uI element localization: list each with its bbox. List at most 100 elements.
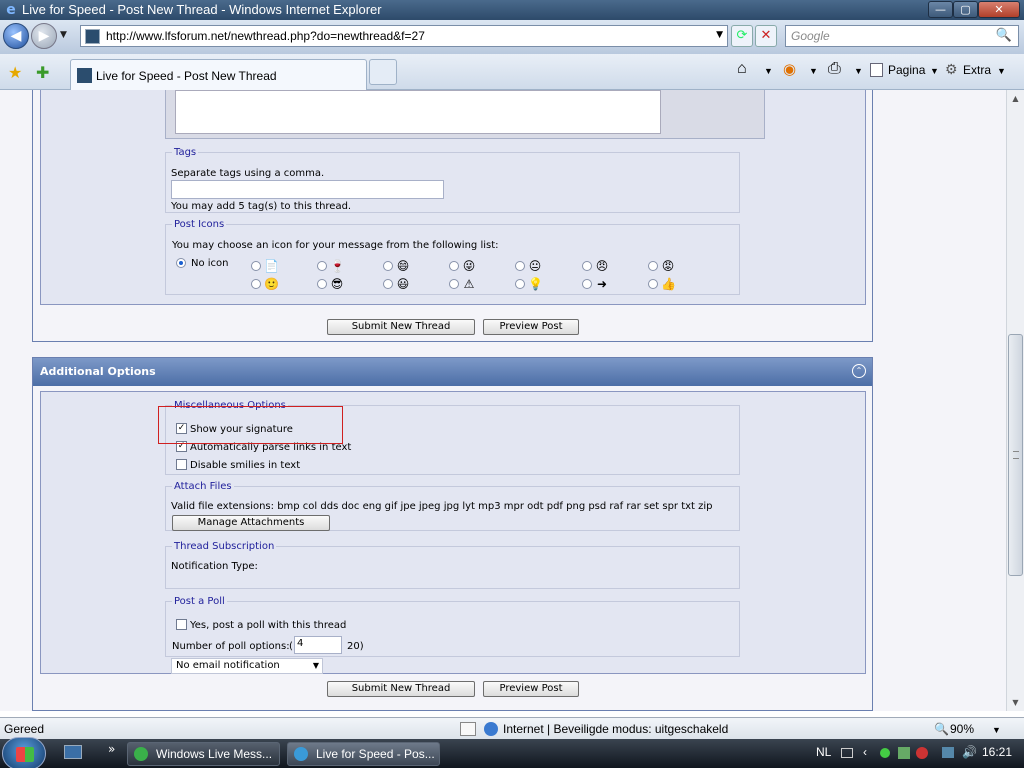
post-icon-2-3-icon: 😃 [396, 277, 410, 291]
message-textarea[interactable] [175, 90, 661, 134]
search-placeholder[interactable]: Google [791, 29, 830, 43]
show-desktop-icon[interactable] [64, 745, 82, 759]
start-button[interactable] [2, 737, 46, 768]
address-dropdown[interactable]: ▼ [716, 30, 723, 40]
search-icon[interactable]: 🔍 [996, 28, 1012, 43]
security-zone-text[interactable]: Internet | Beveiligde modus: uitgeschake… [503, 722, 728, 736]
zoom-level[interactable]: 90% [950, 722, 974, 736]
new-tab-button[interactable] [369, 59, 397, 85]
message-editor-area [165, 90, 765, 139]
post-icon-2-2-icon: 😎 [330, 277, 344, 291]
post-icon-radio[interactable] [449, 261, 459, 271]
feeds-dropdown[interactable]: ▼ [809, 66, 818, 76]
post-icon-radio[interactable] [449, 279, 459, 289]
network-tray-icon[interactable] [898, 747, 910, 759]
display-tray-icon[interactable] [942, 747, 954, 758]
submit-new-thread-button-bottom[interactable]: Submit New Thread [327, 681, 475, 697]
keyboard-icon[interactable] [841, 748, 853, 758]
post-icon-radio[interactable] [515, 261, 525, 271]
clock[interactable]: 16:21 [982, 745, 1012, 759]
post-icon-radio[interactable] [582, 261, 592, 271]
address-url[interactable]: http://www.lfsforum.net/newthread.php?do… [106, 29, 425, 43]
post-icon-radio[interactable] [515, 279, 525, 289]
home-dropdown[interactable]: ▼ [764, 66, 773, 76]
post-icon-radio[interactable] [383, 279, 393, 289]
notification-type-select[interactable]: No email notification ▼ [171, 658, 323, 674]
feeds-icon[interactable]: ◉ [783, 60, 796, 78]
language-indicator[interactable]: NL [816, 745, 831, 759]
recent-pages-dropdown[interactable]: ▼ [60, 30, 67, 40]
tab-title[interactable]: Live for Speed - Post New Thread [96, 69, 277, 83]
tray-expand-icon[interactable]: ‹ [863, 745, 867, 759]
poll-options-label: Number of poll options: [172, 641, 290, 652]
poll-options-input[interactable]: 4 [294, 636, 342, 654]
post-icon-radio[interactable] [648, 261, 658, 271]
preview-post-button-bottom[interactable]: Preview Post [483, 681, 579, 697]
disable-smilies-label: Disable smilies in text [190, 460, 301, 471]
preview-post-button[interactable]: Preview Post [483, 319, 579, 335]
post-icon-radio[interactable] [317, 279, 327, 289]
manage-attachments-button[interactable]: Manage Attachments [172, 515, 330, 531]
attach-files-legend: Attach Files [174, 481, 232, 492]
page-dropdown[interactable]: ▼ [930, 66, 939, 76]
print-dropdown[interactable]: ▼ [854, 66, 863, 76]
post-icon-radio[interactable] [251, 279, 261, 289]
post-poll-label: Yes, post a poll with this thread [190, 620, 347, 631]
back-button[interactable]: ◀ [3, 23, 29, 49]
minimize-button[interactable]: — [928, 1, 953, 18]
tab-live-for-speed[interactable]: Live for Speed - Post New Thread [70, 59, 367, 90]
notification-type-value[interactable]: No email notification [176, 660, 280, 671]
disable-smilies-checkbox[interactable] [176, 459, 187, 470]
tags-input[interactable] [171, 180, 444, 199]
post-icon-2-7-icon: 👍 [661, 277, 676, 291]
vertical-scrollbar[interactable]: ▲ ▼ [1006, 90, 1024, 711]
post-icon-radio[interactable] [648, 279, 658, 289]
scroll-thumb[interactable] [1008, 334, 1023, 576]
thread-subscription-legend: Thread Subscription [174, 541, 275, 552]
chevron-down-icon[interactable]: ▼ [313, 661, 319, 670]
maximize-button[interactable]: ▢ [953, 1, 978, 18]
messenger-tray-icon[interactable] [880, 748, 890, 758]
messenger-icon [134, 747, 148, 761]
add-favorite-icon[interactable]: ✚ [36, 63, 49, 82]
search-box[interactable]: Google 🔍 [785, 25, 1019, 47]
tools-menu[interactable]: Extra [963, 63, 991, 77]
post-icon-1-7-icon: 😡 [661, 259, 675, 273]
forward-button[interactable]: ▶ [31, 23, 57, 49]
address-bar[interactable]: http://www.lfsforum.net/newthread.php?do… [80, 25, 728, 47]
scroll-grip [1013, 451, 1019, 459]
volume-icon[interactable]: 🔊 [962, 745, 977, 759]
post-poll-checkbox[interactable] [176, 619, 187, 630]
post-icon-radio[interactable] [251, 261, 261, 271]
submit-new-thread-button[interactable]: Submit New Thread [327, 319, 475, 335]
valid-extensions: Valid file extensions: bmp col dds doc e… [171, 501, 713, 512]
additional-options-header[interactable]: Additional Options ⌃ [33, 358, 872, 386]
taskbar-live-for-speed[interactable]: Live for Speed - Pos... [287, 742, 440, 766]
tools-dropdown[interactable]: ▼ [997, 66, 1006, 76]
post-icon-radio[interactable] [383, 261, 393, 271]
zoom-icon[interactable]: 🔍 [934, 722, 949, 736]
attach-files-fieldset: Attach Files Valid file extensions: bmp … [165, 481, 740, 531]
scroll-up-arrow[interactable]: ▲ [1007, 90, 1024, 107]
print-icon[interactable]: ⎙ [828, 60, 841, 78]
security-tray-icon[interactable] [916, 747, 928, 759]
collapse-icon[interactable]: ⌃ [852, 364, 866, 378]
zoom-dropdown[interactable]: ▼ [992, 725, 1001, 735]
favorites-star-icon[interactable]: ★ [8, 63, 22, 82]
quicklaunch-chevron[interactable]: » [108, 742, 115, 756]
page-menu[interactable]: Pagina [888, 63, 925, 77]
post-icon-2-6-icon: ➜ [596, 277, 608, 291]
stop-button[interactable]: ✕ [755, 25, 777, 47]
page-icon [870, 63, 883, 77]
post-icon-2-5-icon: 💡 [528, 277, 543, 291]
taskbar-windows-live-messenger[interactable]: Windows Live Mess... [127, 742, 280, 766]
poll-options-value[interactable]: 4 [297, 638, 303, 649]
post-icon-radio[interactable] [317, 261, 327, 271]
home-icon[interactable]: ⌂ [737, 60, 747, 78]
scroll-down-arrow[interactable]: ▼ [1007, 694, 1024, 711]
post-icon-radio[interactable] [582, 279, 592, 289]
close-button[interactable]: ✕ [978, 1, 1020, 18]
refresh-button[interactable]: ⟳ [731, 25, 753, 47]
post-icon-1-6-icon: 😠 [595, 259, 609, 273]
radio-no-icon[interactable] [176, 258, 186, 268]
